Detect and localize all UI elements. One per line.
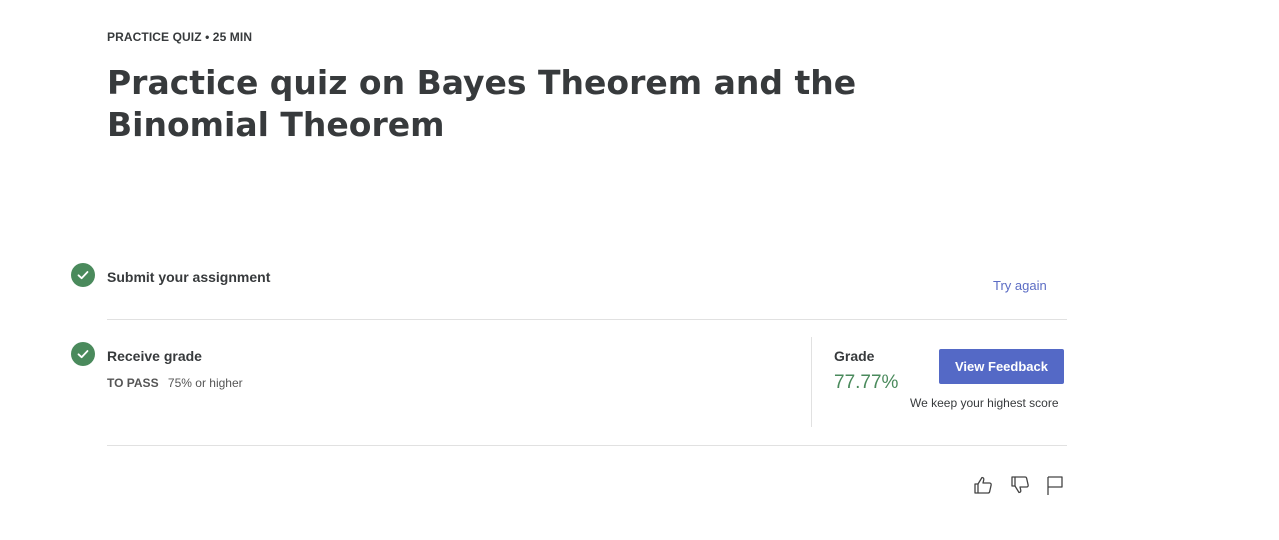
highest-score-note: We keep your highest score [910, 396, 1059, 410]
check-circle-icon [71, 263, 95, 287]
vertical-divider [811, 337, 812, 427]
step-submit-title: Submit your assignment [107, 269, 271, 285]
step-receive-grade-title: Receive grade [107, 348, 202, 364]
divider [107, 319, 1067, 320]
try-again-link[interactable]: Try again [993, 278, 1047, 293]
check-circle-icon [71, 342, 95, 366]
grade-value: 77.77% [834, 372, 899, 393]
page-title: Practice quiz on Bayes Theorem and the B… [107, 63, 857, 144]
pass-requirement: TO PASS 75% or higher [107, 376, 243, 390]
view-feedback-button[interactable]: View Feedback [939, 349, 1064, 384]
pass-value: 75% or higher [167, 376, 243, 390]
grade-label: Grade [834, 348, 875, 364]
thumbs-down-icon[interactable] [1008, 473, 1032, 497]
flag-icon[interactable] [1043, 473, 1067, 497]
divider [107, 445, 1067, 446]
quiz-meta: PRACTICE QUIZ • 25 MIN [107, 30, 253, 44]
pass-label: TO PASS [107, 376, 159, 390]
thumbs-up-icon[interactable] [971, 473, 995, 497]
